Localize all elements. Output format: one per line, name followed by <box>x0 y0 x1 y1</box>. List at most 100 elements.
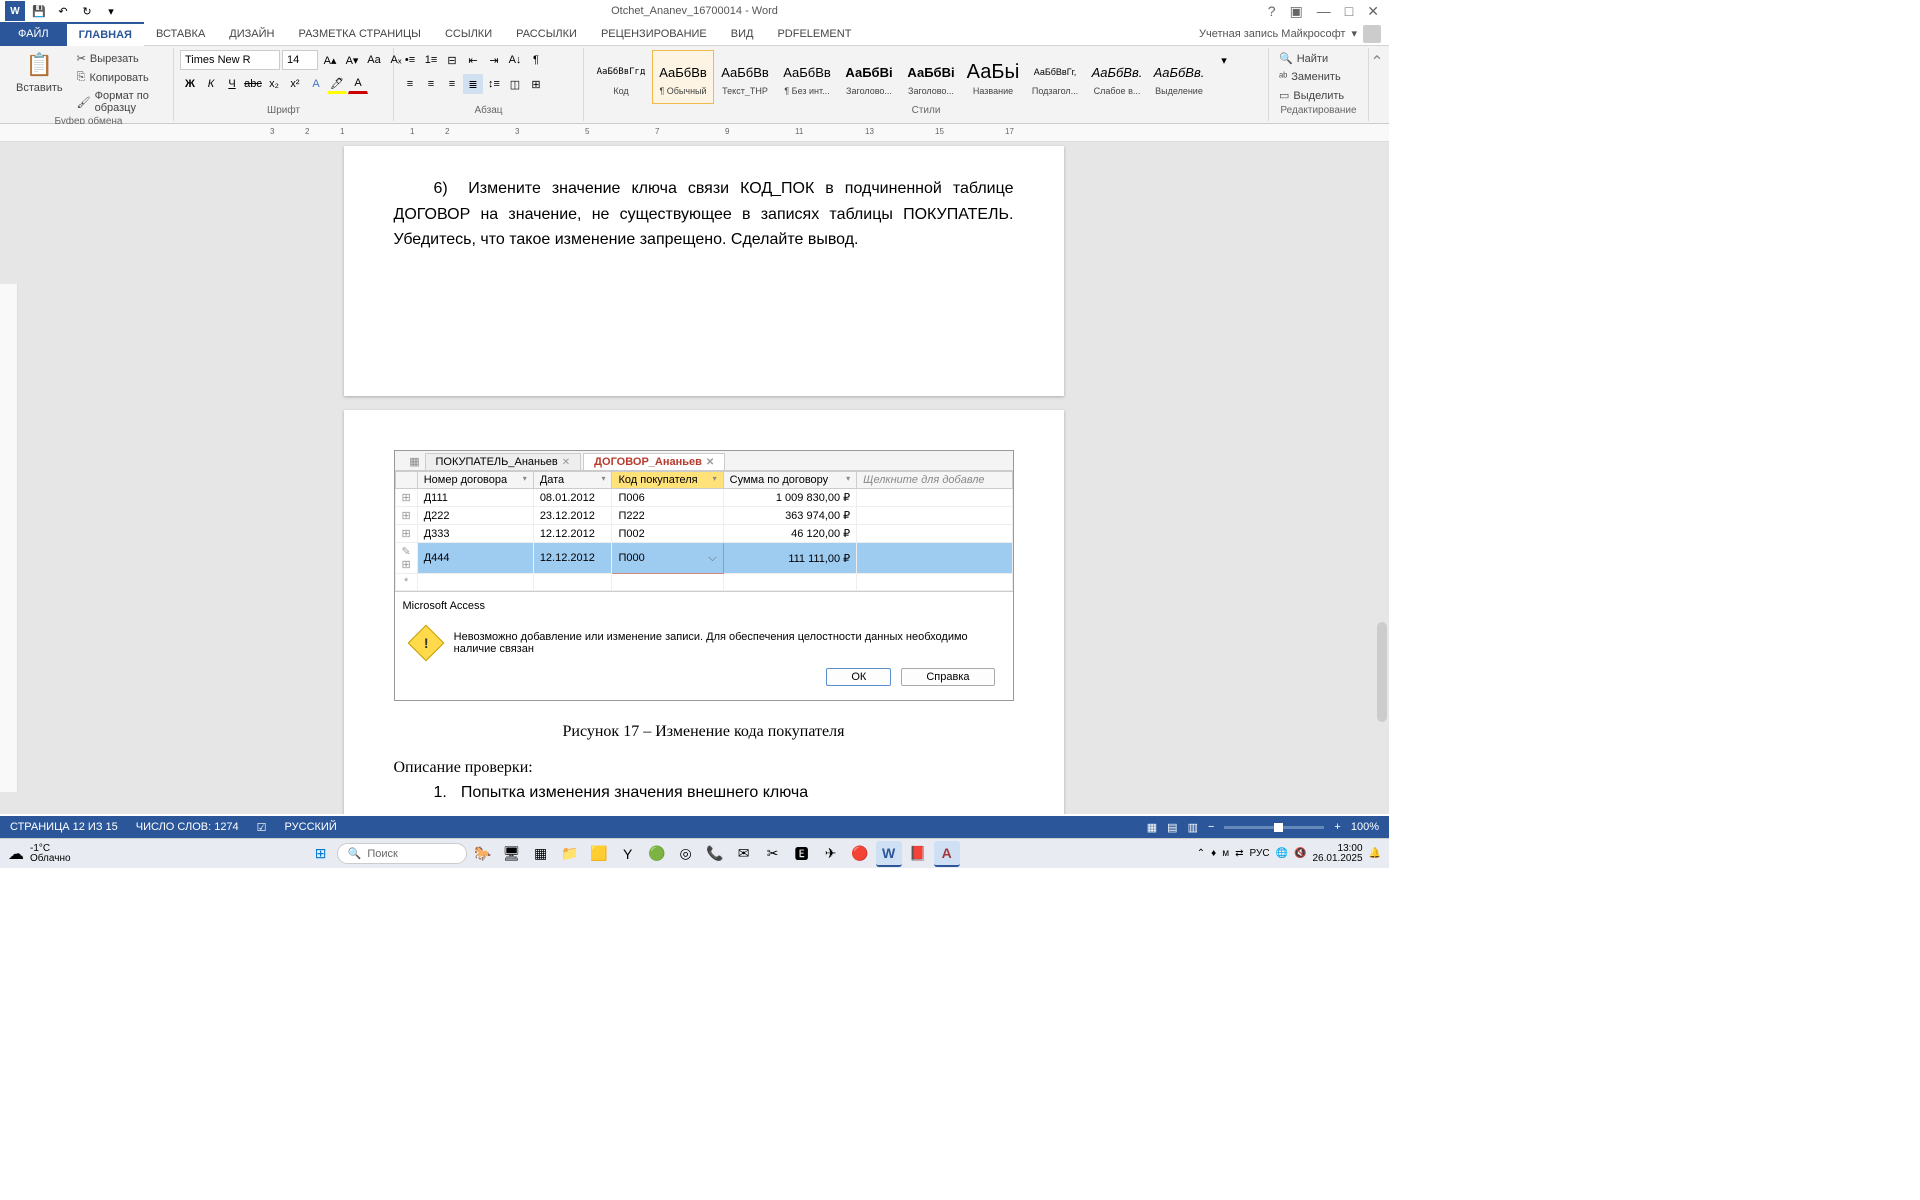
access-task-icon[interactable]: A <box>934 841 960 867</box>
copy-button[interactable]: ⎘ Копировать <box>73 69 167 86</box>
task-icon[interactable]: 🟢 <box>644 841 670 867</box>
align-right-icon[interactable]: ≡ <box>442 74 462 94</box>
grow-font-icon[interactable]: A▴ <box>320 50 340 70</box>
show-marks-icon[interactable]: ¶ <box>526 50 546 70</box>
shrink-font-icon[interactable]: A▾ <box>342 50 362 70</box>
highlight-icon[interactable]: 🖊 <box>327 74 347 94</box>
tab-file[interactable]: ФАЙЛ <box>0 22 67 46</box>
change-case-icon[interactable]: Aa <box>364 50 384 70</box>
task-icon[interactable]: ✂ <box>760 841 786 867</box>
align-center-icon[interactable]: ≡ <box>421 74 441 94</box>
body-text[interactable]: 6) Измените значение ключа связи КОД_ПОК… <box>394 176 1014 253</box>
format-painter-button[interactable]: 🖌 Формат по образцу <box>73 88 167 116</box>
style-item[interactable]: АаБьіНазвание <box>962 50 1024 104</box>
collapse-ribbon-icon[interactable]: ⌃ <box>1370 52 1383 72</box>
style-item[interactable]: АаБбВв¶ Без инт... <box>776 50 838 104</box>
tab-home[interactable]: ГЛАВНАЯ <box>67 22 144 46</box>
search-input[interactable]: 🔍 Поиск <box>337 843 467 864</box>
tray-lang[interactable]: РУС <box>1250 848 1270 859</box>
paste-button[interactable]: 📋 Вставить <box>10 50 69 96</box>
account-link[interactable]: Учетная запись Майкрософт▾ <box>1199 25 1389 43</box>
tray-icon[interactable]: ⇄ <box>1235 848 1243 859</box>
view-read-icon[interactable]: ▤ <box>1167 821 1177 834</box>
volume-icon[interactable]: 🔇 <box>1294 848 1306 859</box>
zoom-slider[interactable] <box>1224 826 1324 829</box>
word-app-icon[interactable]: W <box>4 0 26 22</box>
proofing-icon[interactable]: ☑ <box>257 821 267 834</box>
save-icon[interactable]: 💾 <box>28 0 50 22</box>
align-justify-icon[interactable]: ≣ <box>463 74 483 94</box>
notifications-icon[interactable]: 🔔 <box>1369 848 1381 859</box>
task-icon[interactable]: 📕 <box>905 841 931 867</box>
zoom-out-icon[interactable]: − <box>1208 821 1214 833</box>
find-button[interactable]: 🔍 Найти <box>1275 50 1332 67</box>
word-task-icon[interactable]: W <box>876 841 902 867</box>
tab-pdf[interactable]: PDFelement <box>765 22 863 46</box>
view-print-icon[interactable]: ▦ <box>1147 821 1157 834</box>
tray-chevron-icon[interactable]: ⌃ <box>1197 848 1205 859</box>
task-icon[interactable]: 📞 <box>702 841 728 867</box>
style-item[interactable]: АаБбВв¶ Обычный <box>652 50 714 104</box>
redo-icon[interactable]: ↻ <box>76 0 98 22</box>
numbering-icon[interactable]: 1≡ <box>421 50 441 70</box>
style-item[interactable]: АаБбВвГгдКод <box>590 50 652 104</box>
style-item[interactable]: АаБбВв.Выделение <box>1148 50 1210 104</box>
strike-button[interactable]: abc <box>243 74 263 94</box>
line-spacing-icon[interactable]: ↕≡ <box>484 74 504 94</box>
qat-customize-icon[interactable]: ▾ <box>100 0 122 22</box>
task-icon[interactable]: 📁 <box>557 841 583 867</box>
task-icon[interactable]: ✈ <box>818 841 844 867</box>
select-button[interactable]: ▭ Выделить <box>1275 87 1348 104</box>
zoom-level[interactable]: 100% <box>1351 821 1379 833</box>
styles-more-icon[interactable]: ▾ <box>1214 50 1234 70</box>
view-web-icon[interactable]: ▥ <box>1188 821 1198 834</box>
help-icon[interactable]: ? <box>1268 3 1276 20</box>
body-text[interactable]: 1. Попытка изменения значения внешнего к… <box>394 780 1014 806</box>
zoom-in-icon[interactable]: + <box>1334 821 1340 833</box>
ribbon-options-icon[interactable]: ▣ <box>1290 3 1303 20</box>
tab-view[interactable]: ВИД <box>719 22 766 46</box>
close-icon[interactable]: ✕ <box>1367 3 1379 20</box>
sort-icon[interactable]: A↓ <box>505 50 525 70</box>
indent-dec-icon[interactable]: ⇤ <box>463 50 483 70</box>
cut-button[interactable]: ✂ Вырезать <box>73 50 167 67</box>
body-text[interactable]: Описание проверки: <box>394 755 1014 781</box>
subscript-button[interactable]: x₂ <box>264 74 284 94</box>
task-icon[interactable]: 🔴 <box>847 841 873 867</box>
task-icon[interactable]: 🅴 <box>789 841 815 867</box>
text-effects-icon[interactable]: A <box>306 74 326 94</box>
tab-references[interactable]: ССЫЛКИ <box>433 22 504 46</box>
scrollbar-thumb[interactable] <box>1377 622 1387 722</box>
tray-icon[interactable]: м <box>1222 848 1229 859</box>
task-icon[interactable]: Y <box>615 841 641 867</box>
style-item[interactable]: АаБбВв.Слабое в... <box>1086 50 1148 104</box>
style-item[interactable]: АаБбВіЗаголово... <box>838 50 900 104</box>
task-icon[interactable]: 🐎 <box>470 841 496 867</box>
font-size-select[interactable]: 14 <box>282 50 318 70</box>
vertical-ruler[interactable] <box>0 284 18 792</box>
bold-button[interactable]: Ж <box>180 74 200 94</box>
figure-caption[interactable]: Рисунок 17 – Изменение кода покупателя <box>394 719 1014 745</box>
minimize-icon[interactable]: — <box>1317 3 1331 20</box>
style-item[interactable]: АаБбВіЗаголово... <box>900 50 962 104</box>
font-family-select[interactable]: Times New R <box>180 50 280 70</box>
bullets-icon[interactable]: •≡ <box>400 50 420 70</box>
undo-icon[interactable]: ↶ <box>52 0 74 22</box>
network-icon[interactable]: 🌐 <box>1276 848 1288 859</box>
shading-icon[interactable]: ◫ <box>505 74 525 94</box>
borders-icon[interactable]: ⊞ <box>526 74 546 94</box>
align-left-icon[interactable]: ≡ <box>400 74 420 94</box>
italic-button[interactable]: К <box>201 74 221 94</box>
horizontal-ruler[interactable]: 3 2 1 1 2 3 5 7 9 11 13 15 17 <box>0 124 1389 142</box>
clock[interactable]: 13:0026.01.2025 <box>1312 844 1362 864</box>
task-icon[interactable]: ✉ <box>731 841 757 867</box>
multilevel-icon[interactable]: ⊟ <box>442 50 462 70</box>
weather-widget[interactable]: ☁ -1°CОблачно <box>8 844 71 864</box>
start-icon[interactable]: ⊞ <box>308 841 334 867</box>
indent-inc-icon[interactable]: ⇥ <box>484 50 504 70</box>
task-icon[interactable]: ▦ <box>528 841 554 867</box>
task-icon[interactable]: ◎ <box>673 841 699 867</box>
replace-button[interactable]: ᵃᵇ Заменить <box>1275 69 1345 85</box>
word-count[interactable]: ЧИСЛО СЛОВ: 1274 <box>136 821 239 833</box>
superscript-button[interactable]: x² <box>285 74 305 94</box>
